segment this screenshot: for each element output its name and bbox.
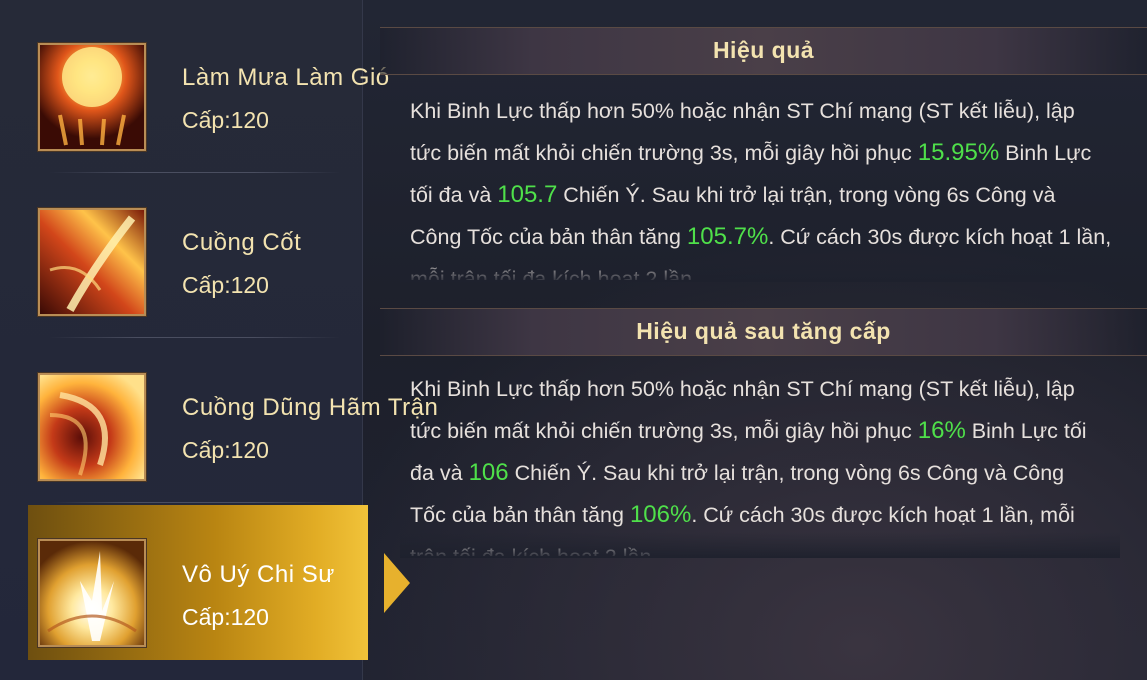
skill-item-cuong-cot[interactable]: Cuồng Cốt Cấp:120	[28, 173, 362, 328]
description-text: tối đa và	[410, 183, 498, 207]
description-text: Công Tốc của bản thân tăng	[410, 225, 687, 249]
description-line: Khi Binh Lực thấp hơn 50% hoặc nhận ST C…	[410, 368, 1110, 410]
skill-name: Làm Mưa Làm Gió	[182, 64, 390, 91]
highlight-value: 105.7%	[686, 223, 769, 250]
description-line: Tốc của bản thân tăng 106%. Cứ cách 30s …	[410, 494, 1110, 536]
skill-level: Cấp:120	[182, 272, 269, 298]
sun-burst-icon	[38, 43, 146, 151]
flame-slash-icon	[38, 208, 146, 316]
description-line: Công Tốc của bản thân tăng 105.7%. Cứ cá…	[410, 216, 1110, 258]
description-line: Khi Binh Lực thấp hơn 50% hoặc nhận ST C…	[410, 90, 1110, 132]
skill-level: Cấp:120	[182, 604, 269, 630]
divider	[50, 502, 340, 503]
description-line: đa và 106 Chiến Ý. Sau khi trở lại trận,…	[410, 452, 1110, 494]
description-text: Chiến Ý. Sau khi trở lại trận, trong vòn…	[508, 461, 1065, 485]
skill-level: Cấp:120	[182, 107, 269, 133]
skill-item-vo-uy-chi-su[interactable]: Vô Uý Chi Sư Cấp:120	[28, 505, 410, 660]
upgrade-effect-header: Hiệu quả sau tăng cấp	[380, 308, 1147, 356]
fire-swirl-icon	[38, 373, 146, 481]
skill-list-panel[interactable]: Làm Mưa Làm Gió Cấp:120 Cuồng Cốt Cấp:12…	[0, 0, 438, 680]
description-text: Binh Lực tối	[965, 419, 1087, 443]
selected-arrow-icon	[384, 553, 410, 613]
highlight-value: 106%	[629, 501, 692, 528]
effect-description: Khi Binh Lực thấp hơn 50% hoặc nhận ST C…	[410, 90, 1110, 280]
upgrade-effect-title: Hiệu quả sau tăng cấp	[636, 318, 891, 344]
upgrade-effect-description: Khi Binh Lực thấp hơn 50% hoặc nhận ST C…	[410, 368, 1110, 556]
highlight-value: 106	[468, 459, 509, 486]
description-text: . Cứ cách 30s được kích hoạt 1 lần, mỗi	[691, 503, 1075, 527]
description-line: tức biến mất khỏi chiến trường 3s, mỗi g…	[410, 410, 1110, 452]
scroll-fade	[400, 532, 1120, 558]
description-text: tức biến mất khỏi chiến trường 3s, mỗi g…	[410, 419, 918, 443]
skill-detail-screen: Làm Mưa Làm Gió Cấp:120 Cuồng Cốt Cấp:12…	[0, 0, 1147, 680]
skill-name: Cuồng Dũng Hãm Trận	[182, 394, 439, 421]
description-text: Binh Lực	[999, 141, 1092, 165]
skill-level: Cấp:120	[182, 437, 269, 463]
description-text: Khi Binh Lực thấp hơn 50% hoặc nhận ST C…	[410, 377, 1075, 401]
highlight-value: 16%	[917, 417, 966, 444]
effect-title: Hiệu quả	[712, 37, 815, 63]
scroll-fade	[400, 256, 1120, 282]
skill-name: Cuồng Cốt	[182, 229, 302, 256]
description-text: . Cứ cách 30s được kích hoạt 1 lần,	[768, 225, 1110, 249]
highlight-value: 105.7	[497, 181, 558, 208]
description-text: Chiến Ý. Sau khi trở lại trận, trong vòn…	[557, 183, 1056, 207]
description-text: Khi Binh Lực thấp hơn 50% hoặc nhận ST C…	[410, 99, 1075, 123]
lightning-burst-icon	[38, 539, 146, 647]
description-text: đa và	[410, 461, 469, 485]
skill-item-cuong-dung-ham-tran[interactable]: Cuồng Dũng Hãm Trận Cấp:120	[28, 338, 438, 493]
skill-name: Vô Uý Chi Sư	[182, 561, 335, 588]
highlight-value: 15.95%	[917, 139, 1000, 166]
description-line: tối đa và 105.7 Chiến Ý. Sau khi trở lại…	[410, 174, 1110, 216]
description-text: tức biến mất khỏi chiến trường 3s, mỗi g…	[410, 141, 918, 165]
description-line: tức biến mất khỏi chiến trường 3s, mỗi g…	[410, 132, 1110, 174]
skill-item-lam-mua-lam-gio[interactable]: Làm Mưa Làm Gió Cấp:120	[28, 8, 389, 163]
effect-header: Hiệu quả	[380, 27, 1147, 75]
description-text: Tốc của bản thân tăng	[410, 503, 630, 527]
